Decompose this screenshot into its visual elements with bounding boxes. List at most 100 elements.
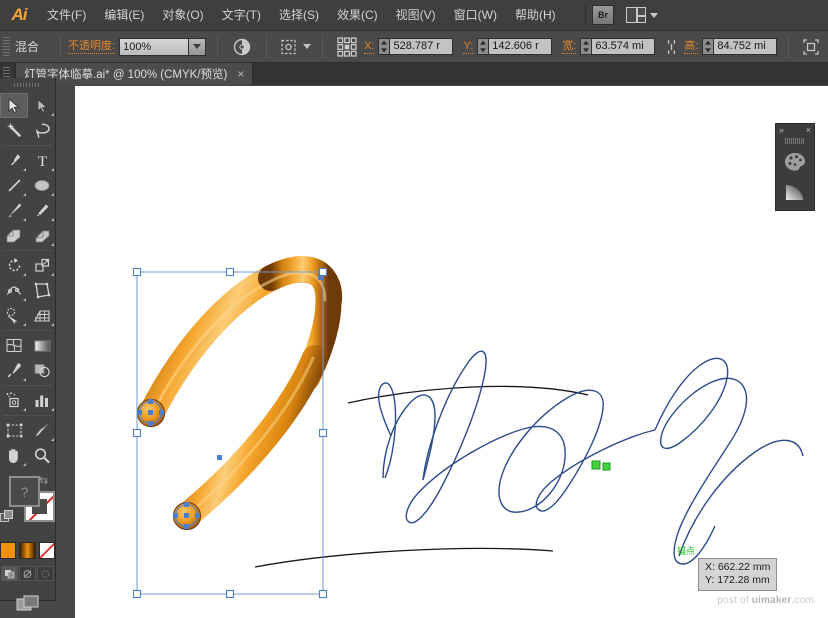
default-fill-stroke-icon[interactable]: [0, 510, 13, 523]
menu-window[interactable]: 窗口(W): [445, 0, 506, 31]
constrain-proportions-button[interactable]: [664, 39, 679, 55]
rotate-tool[interactable]: [0, 253, 28, 278]
quick-swatches: [0, 542, 55, 559]
symbol-sprayer-icon: [5, 392, 23, 409]
highlighted-anchor: [592, 461, 610, 470]
hand-tool[interactable]: [0, 443, 28, 468]
cursor-coordinate-tooltip: X: 662.22 mm Y: 172.28 mm: [698, 558, 777, 591]
slice-tool[interactable]: [28, 418, 56, 443]
eyedropper-tool[interactable]: [0, 358, 28, 383]
color-swatch-orange[interactable]: [0, 542, 16, 559]
isolate-selection-button[interactable]: [280, 38, 311, 56]
menu-type[interactable]: 文字(T): [213, 0, 270, 31]
direct-selection-tool[interactable]: [28, 93, 56, 118]
shape-builder-tool[interactable]: [0, 303, 28, 328]
y-input[interactable]: 142.606 r: [488, 38, 552, 55]
ellipse-tool[interactable]: [28, 173, 56, 198]
gradient-panel-button[interactable]: [776, 177, 814, 207]
arrange-documents-icon: [626, 7, 646, 23]
menu-select[interactable]: 选择(S): [270, 0, 328, 31]
width-input[interactable]: 63.574 mi: [591, 38, 655, 55]
screen-mode-button[interactable]: [0, 593, 55, 615]
draw-inside-button[interactable]: [37, 566, 54, 581]
transform-panel-button[interactable]: [802, 38, 820, 56]
lasso-tool[interactable]: [28, 118, 56, 143]
neon-tube-letter: [138, 269, 330, 529]
transparency-button[interactable]: [233, 38, 251, 56]
y-control[interactable]: 142.606 r: [477, 38, 552, 55]
color-panel-button[interactable]: [776, 147, 814, 177]
mesh-tool[interactable]: [0, 333, 28, 358]
opacity-input[interactable]: 100%: [119, 38, 189, 56]
collapse-panel-icon[interactable]: »: [779, 126, 784, 135]
x-stepper[interactable]: [378, 38, 389, 55]
close-icon[interactable]: ×: [237, 69, 244, 79]
eraser-tool[interactable]: [28, 223, 56, 248]
width-control[interactable]: 63.574 mi: [580, 38, 655, 55]
control-bar-grip[interactable]: [3, 37, 10, 57]
free-transform-icon: [33, 282, 51, 299]
gradient-swatch[interactable]: [19, 542, 35, 559]
paintbrush-tool[interactable]: [0, 198, 28, 223]
tool-divider: [3, 330, 52, 331]
selection-tool[interactable]: [0, 93, 28, 118]
watermark: post of uimaker.com: [717, 595, 814, 606]
artboard-canvas[interactable]: 锚点 X: 662.22 mm Y: 172.28 mm post of uim…: [75, 86, 828, 618]
bar-graph-icon: [33, 392, 51, 409]
gradient-tool[interactable]: [28, 333, 56, 358]
height-input[interactable]: 84.752 mi: [713, 38, 777, 55]
menu-edit[interactable]: 编辑(E): [95, 0, 153, 31]
symbol-sprayer-tool[interactable]: [0, 388, 28, 413]
width-tool[interactable]: [0, 278, 28, 303]
line-segment-tool[interactable]: [0, 173, 28, 198]
chevron-down-icon: [193, 44, 201, 49]
opacity-dropdown-button[interactable]: [189, 38, 206, 56]
perspective-grid-tool[interactable]: [28, 303, 56, 328]
fill-swatch[interactable]: ?: [9, 476, 40, 507]
y-stepper[interactable]: [477, 38, 488, 55]
tool-divider: [3, 145, 52, 146]
tooltip-y-value: Y: 172.28 mm: [705, 574, 770, 587]
menu-view[interactable]: 视图(V): [387, 0, 445, 31]
artwork-svg: [75, 86, 828, 618]
bridge-button[interactable]: Br: [592, 5, 614, 25]
close-icon[interactable]: ×: [806, 126, 811, 135]
panel-grip[interactable]: [785, 138, 805, 144]
pencil-tool[interactable]: [28, 198, 56, 223]
blend-tool[interactable]: [28, 358, 56, 383]
draw-normal-button[interactable]: [1, 566, 18, 581]
menu-effect[interactable]: 效果(C): [328, 0, 387, 31]
tool-group-symbols: [0, 388, 55, 413]
menu-help[interactable]: 帮助(H): [506, 0, 565, 31]
pen-tool[interactable]: [0, 148, 28, 173]
tool-divider: [3, 415, 52, 416]
artboard-icon: [5, 422, 24, 439]
artboard-tool[interactable]: [0, 418, 28, 443]
zoom-tool[interactable]: [28, 443, 56, 468]
column-graph-tool[interactable]: [28, 388, 56, 413]
blob-brush-tool[interactable]: [0, 223, 28, 248]
width-stepper[interactable]: [580, 38, 591, 55]
draw-behind-button[interactable]: [19, 566, 36, 581]
menu-file[interactable]: 文件(F): [38, 0, 95, 31]
reference-point-button[interactable]: [336, 36, 358, 58]
menu-object[interactable]: 对象(O): [153, 0, 212, 31]
swap-fill-stroke-icon[interactable]: ⇆: [39, 474, 52, 487]
shape-builder-icon: [5, 307, 23, 324]
arrange-documents-button[interactable]: [626, 7, 658, 23]
x-input[interactable]: 528.787 r: [389, 38, 453, 55]
height-control[interactable]: 84.752 mi: [702, 38, 777, 55]
x-control[interactable]: 528.787 r: [378, 38, 453, 55]
scale-tool[interactable]: [28, 253, 56, 278]
tools-panel-grip[interactable]: [14, 80, 41, 90]
free-transform-tool[interactable]: [28, 278, 56, 303]
opacity-label[interactable]: 不透明度:: [68, 40, 115, 54]
height-stepper[interactable]: [702, 38, 713, 55]
magic-wand-tool[interactable]: [0, 118, 28, 143]
none-swatch[interactable]: [39, 542, 55, 559]
type-t-icon: T: [34, 152, 51, 169]
opacity-control[interactable]: 100%: [119, 38, 206, 56]
slice-knife-icon: [33, 422, 51, 439]
type-tool[interactable]: T: [28, 148, 56, 173]
transform-icon: [802, 38, 820, 56]
